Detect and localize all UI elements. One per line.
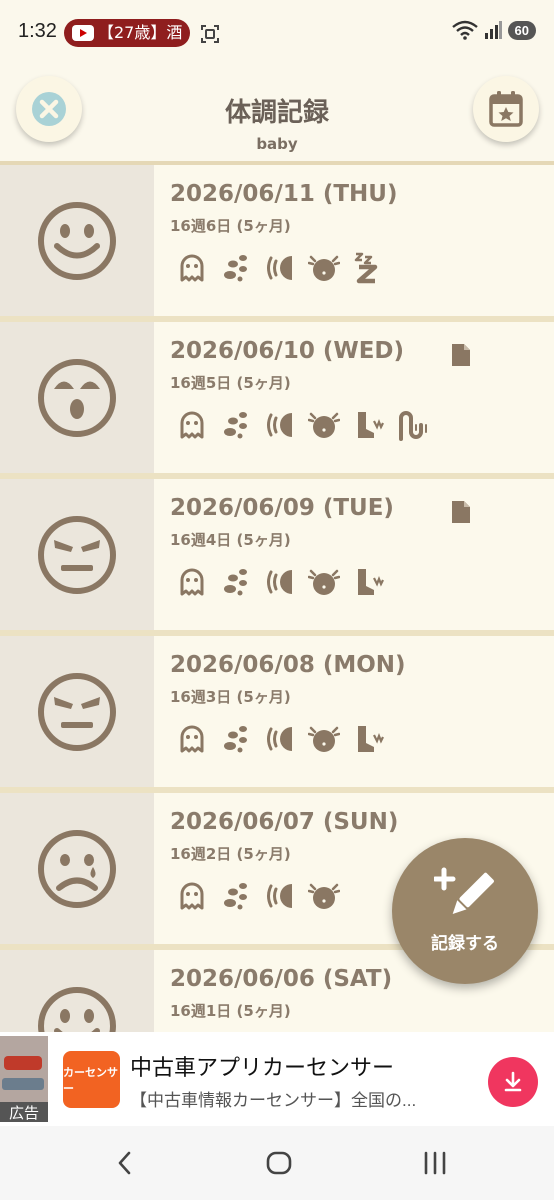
record-date: 2026/06/10 (WED)	[170, 338, 405, 364]
symptom-icons	[176, 722, 384, 756]
home-icon	[266, 1151, 292, 1175]
sleep-icon	[352, 251, 384, 285]
ghost-icon	[176, 879, 208, 913]
record-age: 16週5日 (5ヶ月)	[170, 374, 291, 392]
ad-logo[interactable]: カーセンサー	[63, 1051, 120, 1108]
mood-cell	[0, 165, 154, 316]
note-icon[interactable]	[450, 342, 472, 368]
status-bar: 1:32 【27歳】酒 60	[0, 0, 554, 66]
calendar-button[interactable]	[473, 76, 539, 142]
ghost-icon	[176, 722, 208, 756]
home-button[interactable]	[259, 1148, 299, 1178]
foot-icon	[352, 408, 384, 442]
record-age: 16週3日 (5ヶ月)	[170, 688, 291, 706]
record-row[interactable]: 2026/06/11 (THU) 16週6日 (5ヶ月)	[0, 165, 554, 322]
poop-icon	[220, 565, 252, 599]
status-time: 1:32	[18, 20, 57, 42]
tummy-icon	[308, 408, 340, 442]
ad-download-button[interactable]	[488, 1057, 538, 1107]
foot-icon	[352, 722, 384, 756]
symptom-icons	[176, 565, 384, 599]
mood-cell	[0, 479, 154, 630]
sound-icon	[264, 565, 296, 599]
ad-badge: 広告	[0, 1102, 48, 1122]
record-age: 16週1日 (5ヶ月)	[170, 1002, 291, 1020]
poop-icon	[220, 722, 252, 756]
signal-icon	[484, 21, 502, 39]
screen-capture-icon	[201, 25, 219, 43]
record-info: 2026/06/11 (THU) 16週6日 (5ヶ月)	[154, 165, 554, 316]
sound-icon	[264, 251, 296, 285]
battery-indicator: 60	[507, 20, 536, 40]
sound-icon	[264, 722, 296, 756]
add-record-button[interactable]: 記録する	[392, 838, 538, 984]
ghost-icon	[176, 565, 208, 599]
symptom-icons	[176, 408, 428, 442]
angry-face-icon	[38, 672, 116, 751]
mood-cell	[0, 793, 154, 944]
record-date: 2026/06/07 (SUN)	[170, 809, 399, 835]
tummy-icon	[308, 879, 340, 913]
record-info: 2026/06/10 (WED) 16週5日 (5ヶ月)	[154, 322, 554, 473]
poop-icon	[220, 408, 252, 442]
record-age: 16週4日 (5ヶ月)	[170, 531, 291, 549]
record-row[interactable]: 2026/06/10 (WED) 16週5日 (5ヶ月)	[0, 322, 554, 479]
ad-description[interactable]: 【中古車情報カーセンサー】全国の...	[130, 1086, 416, 1111]
tummy-icon	[308, 565, 340, 599]
sad-face-icon	[38, 829, 116, 908]
record-date: 2026/06/06 (SAT)	[170, 966, 393, 992]
car-image	[2, 1078, 44, 1090]
notification-text: 【27歳】酒	[98, 23, 183, 42]
twist-icon	[396, 408, 428, 442]
youtube-icon	[72, 25, 94, 41]
foot-icon	[352, 565, 384, 599]
record-age: 16週2日 (5ヶ月)	[170, 845, 291, 863]
note-icon[interactable]	[450, 499, 472, 525]
app-header: 体調記録 baby	[0, 66, 554, 165]
download-icon	[504, 1071, 522, 1092]
recents-icon	[424, 1151, 446, 1175]
record-info: 2026/06/08 (MON) 16週3日 (5ヶ月)	[154, 636, 554, 787]
add-record-label: 記録する	[431, 934, 499, 954]
record-date: 2026/06/11 (THU)	[170, 181, 398, 207]
sound-icon	[264, 408, 296, 442]
back-icon	[118, 1151, 131, 1175]
angry-face-icon	[38, 515, 116, 594]
calendar-star-icon	[489, 91, 523, 127]
record-row[interactable]: 2026/06/09 (TUE) 16週4日 (5ヶ月)	[0, 479, 554, 636]
ad-thumbnail[interactable]: 広告	[0, 1036, 48, 1122]
car-image	[4, 1056, 42, 1070]
record-age: 16週6日 (5ヶ月)	[170, 217, 291, 235]
record-date: 2026/06/08 (MON)	[170, 652, 406, 678]
symptom-icons	[176, 251, 384, 285]
poop-icon	[220, 879, 252, 913]
tummy-icon	[308, 722, 340, 756]
crying-face-icon	[38, 358, 116, 437]
ad-title[interactable]: 中古車アプリカーセンサー	[130, 1050, 394, 1082]
wifi-icon	[451, 20, 478, 40]
poop-icon	[220, 251, 252, 285]
add-pencil-icon	[434, 867, 494, 915]
smile-face-icon	[38, 201, 116, 280]
record-row[interactable]: 2026/06/08 (MON) 16週3日 (5ヶ月)	[0, 636, 554, 793]
record-date: 2026/06/09 (TUE)	[170, 495, 394, 521]
record-info: 2026/06/09 (TUE) 16週4日 (5ヶ月)	[154, 479, 554, 630]
sound-icon	[264, 879, 296, 913]
mood-cell	[0, 322, 154, 473]
status-icons: 60	[451, 20, 536, 40]
notification-pill[interactable]: 【27歳】酒	[64, 19, 190, 47]
tummy-icon	[308, 251, 340, 285]
back-button[interactable]	[105, 1148, 145, 1178]
page-title: 体調記録	[224, 98, 329, 128]
page-subtitle: baby	[256, 135, 298, 153]
mood-cell	[0, 636, 154, 787]
recents-button[interactable]	[415, 1148, 455, 1178]
ghost-icon	[176, 251, 208, 285]
ad-banner[interactable]: 広告 カーセンサー 中古車アプリカーセンサー 【中古車情報カーセンサー】全国の.…	[0, 1032, 554, 1126]
symptom-icons	[176, 879, 340, 913]
system-nav-bar	[0, 1126, 554, 1200]
ghost-icon	[176, 408, 208, 442]
